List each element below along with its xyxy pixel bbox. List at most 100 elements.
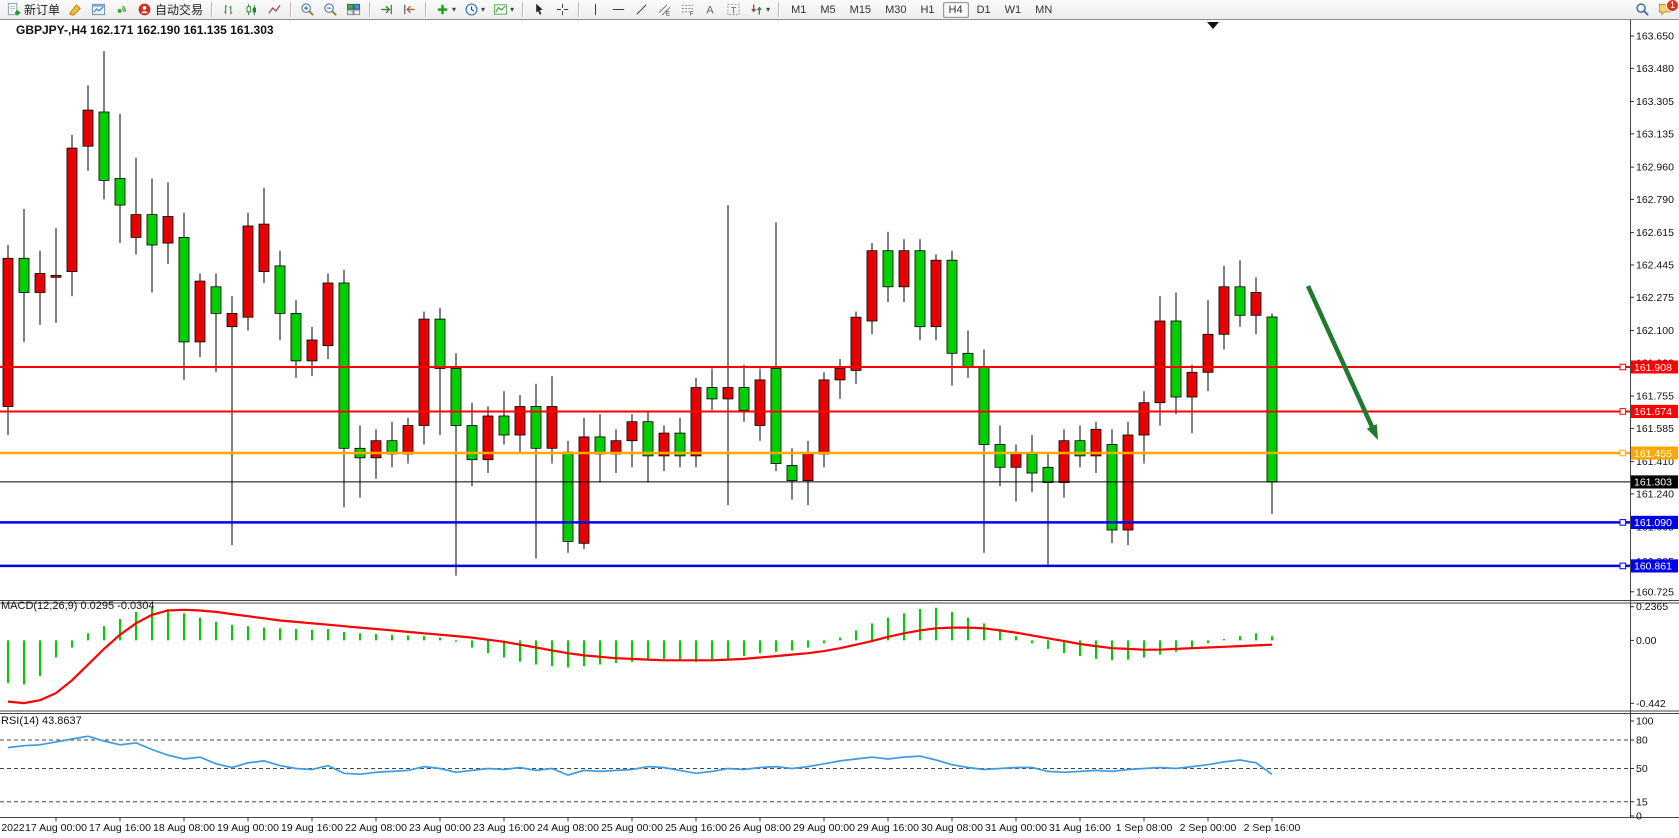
- price-tick-label: 162.960: [1636, 162, 1674, 174]
- line-handle[interactable]: [1620, 563, 1626, 569]
- chart-plot-area[interactable]: [0, 20, 1679, 838]
- candle-body: [1187, 372, 1197, 397]
- candle-body: [691, 388, 701, 456]
- chart-window[interactable]: 161.908161.674161.455161.303161.090160.8…: [0, 20, 1679, 838]
- line-handle[interactable]: [1620, 520, 1626, 526]
- timeframe-h1[interactable]: H1: [914, 2, 940, 18]
- chart-window-icon: [91, 2, 106, 17]
- candle-body: [499, 416, 509, 435]
- template-icon: [493, 2, 508, 17]
- tile-windows-button[interactable]: [343, 0, 364, 19]
- cursor-button[interactable]: [529, 0, 550, 19]
- candle-body: [339, 283, 349, 448]
- candle-body: [915, 251, 925, 327]
- time-tick-label: 16 Aug 2022: [0, 822, 25, 834]
- candle-body: [563, 452, 573, 541]
- candle-body: [1219, 287, 1229, 335]
- crosshair-button[interactable]: [552, 0, 573, 19]
- open-charts-button[interactable]: [88, 0, 109, 19]
- text-button[interactable]: A: [700, 0, 721, 19]
- trendline-button[interactable]: [631, 0, 652, 19]
- candle-body: [259, 224, 269, 272]
- macd-label: MACD(12,26,9) 0.0295 -0.0304: [1, 600, 154, 612]
- candle-body: [403, 426, 413, 455]
- line-chart-mode-button[interactable]: [264, 0, 285, 19]
- candle-body: [51, 275, 61, 277]
- time-tick-label: 31 Aug 00:00: [985, 822, 1047, 834]
- templates-button[interactable]: ▾: [490, 0, 517, 19]
- indicators-button[interactable]: ▾: [432, 0, 459, 19]
- chart-shift-button[interactable]: [399, 0, 420, 19]
- timeframe-h4[interactable]: H4: [943, 2, 969, 18]
- vertical-line-button[interactable]: [585, 0, 606, 19]
- cursor-icon: [532, 2, 547, 17]
- candle-body: [1235, 287, 1245, 316]
- periods-button[interactable]: ▾: [461, 0, 488, 19]
- candle-body: [1251, 293, 1261, 316]
- line-handle[interactable]: [1620, 364, 1626, 370]
- timeframe-m15[interactable]: M15: [844, 2, 877, 18]
- price-tick-label: 163.135: [1636, 128, 1674, 140]
- chevron-down-icon[interactable]: ▾: [452, 5, 456, 14]
- time-tick-label: 17 Aug 16:00: [89, 822, 151, 834]
- zoom-in-button[interactable]: [297, 0, 318, 19]
- horizontal-line-button[interactable]: [608, 0, 629, 19]
- autotrading-label: 自动交易: [155, 1, 203, 18]
- timeframe-mn[interactable]: MN: [1029, 2, 1058, 18]
- bars-icon: [221, 2, 236, 17]
- zoom-out-icon: [323, 2, 338, 17]
- toolbar-separator: [578, 2, 580, 17]
- time-tick-label: 30 Aug 08:00: [921, 822, 983, 834]
- line-handle[interactable]: [1620, 409, 1626, 415]
- bar-chart-mode-button[interactable]: [218, 0, 239, 19]
- notifications-button[interactable]: 1: [1655, 0, 1676, 19]
- time-tick-label: 26 Aug 08:00: [729, 822, 791, 834]
- candle-body: [147, 215, 157, 245]
- chevron-down-icon[interactable]: ▾: [766, 5, 770, 14]
- time-tick-label: 18 Aug 08:00: [153, 822, 215, 834]
- candlestick-mode-button[interactable]: [241, 0, 262, 19]
- rsi-tick-label: 100: [1636, 716, 1654, 728]
- chevron-down-icon[interactable]: ▾: [481, 5, 485, 14]
- macd-tick-label: 0.00: [1636, 635, 1657, 647]
- toolbar-separator: [369, 2, 371, 17]
- time-tick-label: 22 Aug 08:00: [345, 822, 407, 834]
- search-button[interactable]: [1632, 0, 1653, 19]
- candle-body: [467, 426, 477, 460]
- candle-body: [803, 454, 813, 481]
- new-order-button[interactable]: 新订单: [3, 0, 63, 19]
- candle-body: [643, 422, 653, 456]
- candle-body: [819, 380, 829, 454]
- timeframe-m5[interactable]: M5: [814, 2, 841, 18]
- crayon-icon: [68, 2, 83, 17]
- candle-body: [723, 388, 733, 399]
- chevron-down-icon[interactable]: ▾: [510, 5, 514, 14]
- candle-body: [595, 437, 605, 454]
- text-label-button[interactable]: T: [723, 0, 744, 19]
- equidistant-channel-button[interactable]: E: [654, 0, 675, 19]
- zoom-out-button[interactable]: [320, 0, 341, 19]
- new-order-icon: [6, 2, 21, 17]
- rsi-tick-label: 80: [1636, 735, 1648, 747]
- text-label-icon: T: [726, 2, 741, 17]
- price-tick-label: 160.725: [1636, 586, 1674, 598]
- arrows-icon: [749, 2, 764, 17]
- candle-body: [291, 313, 301, 361]
- arrows-button[interactable]: ▾: [746, 0, 773, 19]
- candle-body: [1155, 321, 1165, 403]
- autotrading-button[interactable]: 自动交易: [134, 0, 206, 19]
- line-handle[interactable]: [1620, 450, 1626, 456]
- vertical-line-icon: [588, 2, 603, 17]
- svg-text:F: F: [690, 11, 694, 17]
- time-tick-label: 19 Aug 00:00: [217, 822, 279, 834]
- auto-scroll-button[interactable]: [376, 0, 397, 19]
- broadcast-button[interactable]: [111, 0, 132, 19]
- candles-icon: [244, 2, 259, 17]
- fibonacci-button[interactable]: F: [677, 0, 698, 19]
- timeframe-w1[interactable]: W1: [999, 2, 1028, 18]
- timeframe-m1[interactable]: M1: [785, 2, 812, 18]
- timeframe-m30[interactable]: M30: [879, 2, 912, 18]
- svg-text:A: A: [706, 5, 714, 17]
- highlighter-button[interactable]: [65, 0, 86, 19]
- timeframe-d1[interactable]: D1: [971, 2, 997, 18]
